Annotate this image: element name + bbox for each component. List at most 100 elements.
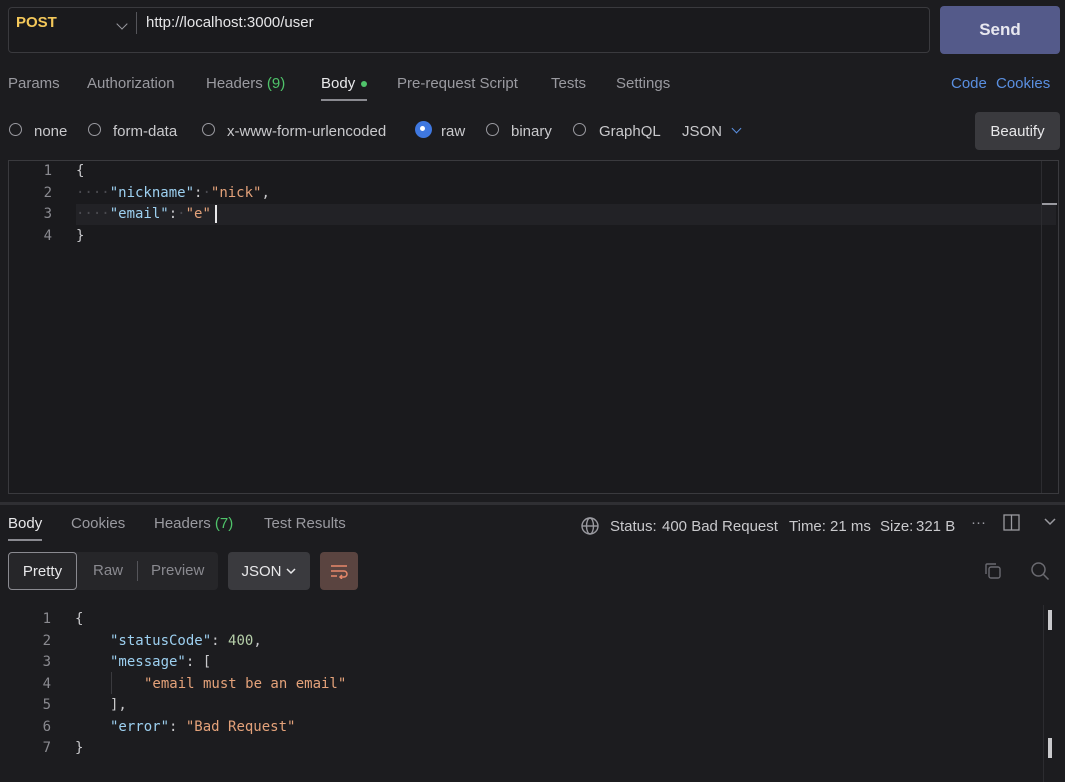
line-number: 4 — [43, 228, 52, 244]
line-number: 5 — [42, 697, 51, 713]
radio-form-data[interactable] — [88, 123, 101, 136]
radio-none-label[interactable]: none — [34, 123, 67, 140]
code-line: } — [76, 228, 84, 244]
radio-raw[interactable] — [415, 121, 432, 138]
send-button[interactable]: Send — [940, 6, 1060, 54]
response-scrollbar[interactable] — [1048, 738, 1052, 758]
editor-scrollbar-track — [1041, 161, 1042, 493]
json-key: "error" — [110, 719, 170, 735]
close-brace: } — [75, 740, 84, 756]
status-badge[interactable]: 400 Bad Request — [662, 518, 778, 535]
search-icon[interactable] — [1030, 561, 1050, 581]
response-tab-headers-label: Headers — [154, 515, 211, 532]
code-line: ], — [110, 697, 127, 713]
code-line: } — [75, 740, 83, 756]
size-value[interactable]: 321 B — [916, 518, 955, 535]
body-modified-dot — [361, 81, 367, 87]
line-number: 7 — [42, 740, 51, 756]
view-preview-button[interactable]: Preview — [151, 562, 204, 579]
radio-form-data-label[interactable]: form-data — [113, 123, 177, 140]
close-bracket: ], — [110, 697, 127, 713]
tab-tests[interactable]: Tests — [551, 75, 586, 92]
response-format-select[interactable]: JSON — [228, 552, 310, 590]
divider — [137, 561, 138, 581]
tab-headers-label: Headers — [206, 75, 263, 92]
code-line: ····"nickname":·"nick", — [76, 185, 270, 201]
layout-toggle-icon[interactable] — [1003, 514, 1020, 531]
chevron-down-icon[interactable] — [731, 123, 742, 134]
radio-urlencoded[interactable] — [202, 123, 215, 136]
headers-count-badge: (7) — [214, 515, 234, 532]
close-brace: } — [76, 228, 85, 244]
line-number: 2 — [43, 185, 52, 201]
status-label: Status: — [610, 518, 657, 535]
globe-icon[interactable] — [580, 516, 600, 536]
line-number: 3 — [42, 654, 51, 670]
pane-resize-handle[interactable] — [0, 502, 1065, 505]
json-string: "e" — [185, 206, 211, 222]
radio-raw-label[interactable]: raw — [441, 123, 465, 140]
json-key: "email" — [109, 206, 169, 222]
json-string: "nick" — [210, 185, 262, 201]
url-input[interactable]: http://localhost:3000/user — [146, 14, 314, 31]
text-caret — [215, 205, 217, 223]
code-line: "message": [ — [110, 654, 212, 670]
json-number: 400 — [228, 633, 254, 649]
body-format-select[interactable]: JSON — [682, 123, 722, 140]
response-tab-cookies[interactable]: Cookies — [71, 515, 125, 532]
time-value[interactable]: 21 ms — [830, 518, 871, 535]
open-bracket: [ — [202, 654, 212, 670]
radio-binary-label[interactable]: binary — [511, 123, 552, 140]
current-line-highlight — [76, 204, 1056, 225]
tab-prerequest-script[interactable]: Pre-request Script — [397, 75, 518, 92]
json-string: "Bad Request" — [185, 719, 296, 735]
response-tab-headers[interactable]: Headers (7) — [154, 515, 233, 532]
more-options-icon[interactable]: ··· — [971, 514, 986, 531]
tab-authorization[interactable]: Authorization — [87, 75, 175, 92]
code-line: { — [75, 611, 83, 627]
json-key: "statusCode" — [110, 633, 212, 649]
time-label: Time: — [789, 518, 826, 535]
code-line: "email must be an email" — [144, 676, 346, 692]
wrap-lines-icon — [331, 565, 348, 579]
code-line: { — [76, 163, 84, 179]
json-key: "message" — [110, 654, 186, 670]
beautify-button[interactable]: Beautify — [975, 112, 1060, 150]
editor-scrollbar[interactable] — [1042, 203, 1057, 205]
response-tab-test-results[interactable]: Test Results — [264, 515, 346, 532]
indent-guide — [111, 672, 112, 694]
headers-count-badge: (9) — [266, 75, 286, 92]
line-number: 4 — [42, 676, 51, 692]
response-format-label: JSON — [241, 562, 282, 580]
radio-binary[interactable] — [486, 123, 499, 136]
radio-urlencoded-label[interactable]: x-www-form-urlencoded — [227, 123, 386, 140]
wrap-lines-button[interactable] — [320, 552, 358, 590]
response-scrollbar[interactable] — [1048, 610, 1052, 630]
line-number: 6 — [42, 719, 51, 735]
tab-settings[interactable]: Settings — [616, 75, 670, 92]
active-tab-indicator — [321, 99, 367, 101]
open-brace: { — [76, 163, 85, 179]
radio-graphql-label[interactable]: GraphQL — [599, 123, 661, 140]
line-number: 1 — [42, 611, 51, 627]
code-link[interactable]: Code — [951, 75, 987, 92]
copy-icon[interactable] — [983, 561, 1002, 580]
line-number: 1 — [43, 163, 52, 179]
chevron-down-icon[interactable] — [1043, 517, 1057, 527]
response-scrollbar-track — [1043, 605, 1044, 782]
view-raw-button[interactable]: Raw — [93, 562, 123, 579]
view-pretty-button[interactable]: Pretty — [8, 552, 77, 590]
code-line: "error": "Bad Request" — [110, 719, 296, 735]
radio-graphql[interactable] — [573, 123, 586, 136]
tab-headers[interactable]: Headers (9) — [206, 75, 285, 92]
cookies-link[interactable]: Cookies — [996, 75, 1050, 92]
tab-body[interactable]: Body — [321, 75, 355, 92]
radio-none[interactable] — [9, 123, 22, 136]
line-number: 3 — [43, 206, 52, 222]
open-brace: { — [75, 611, 84, 627]
response-tab-body[interactable]: Body — [8, 515, 42, 532]
tab-params[interactable]: Params — [8, 75, 60, 92]
method-select[interactable]: POST — [16, 14, 57, 31]
size-label: Size: — [880, 518, 914, 535]
code-line: ····"email":·"e" — [76, 206, 211, 222]
